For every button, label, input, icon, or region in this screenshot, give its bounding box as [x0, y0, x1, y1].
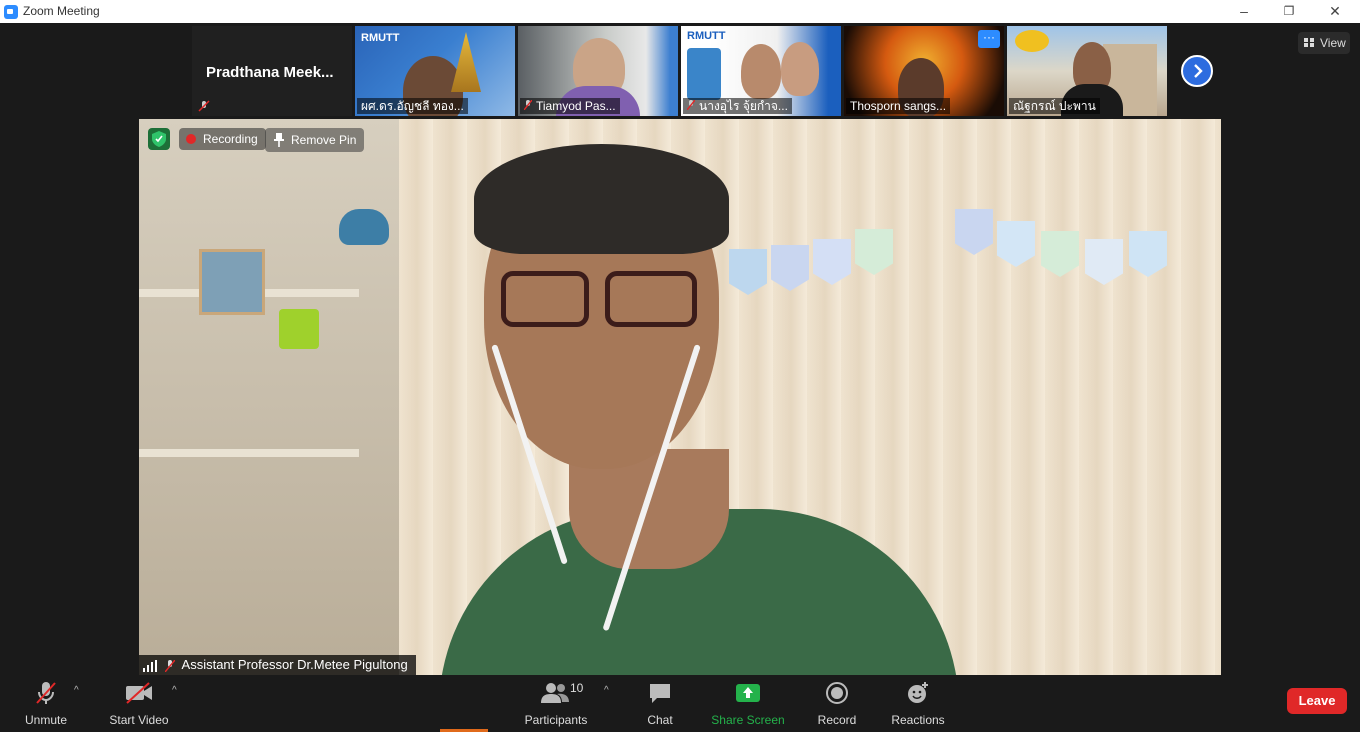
restore-button[interactable]: ❐	[1266, 0, 1312, 23]
minimize-button[interactable]: –	[1221, 0, 1267, 23]
remove-pin-button[interactable]: Remove Pin	[265, 128, 365, 152]
reactions-smiley-icon	[908, 682, 928, 703]
video-options-caret[interactable]: ^	[172, 685, 177, 696]
share-screen-label: Share Screen	[711, 713, 785, 727]
active-speaker-name: Pradthana Meek...	[206, 64, 334, 81]
record-icon	[826, 682, 848, 704]
gallery-strip: Pradthana Meek... RMUTT ผศ.ดร.อัญชลี ทอง…	[0, 23, 1360, 119]
reactions-button[interactable]: Reactions	[886, 681, 950, 727]
main-participant-label: Assistant Professor Dr.Metee Pigultong	[139, 655, 416, 675]
pin-icon	[274, 133, 284, 147]
close-button[interactable]: ✕	[1312, 0, 1358, 23]
signal-strength-icon	[143, 659, 157, 672]
participant-thumbnail[interactable]: ··· Thosporn sangs...	[844, 26, 1004, 116]
participants-icon	[541, 683, 569, 703]
participant-name: ผศ.ดร.อัญชลี ทอง...	[357, 98, 468, 114]
start-video-button[interactable]: Start Video	[104, 681, 174, 727]
participants-options-caret[interactable]: ^	[604, 685, 609, 696]
grid-view-icon	[1304, 38, 1314, 47]
view-button[interactable]: View	[1298, 32, 1350, 54]
participants-button[interactable]: 10 Participants	[520, 681, 592, 727]
muted-mic-icon	[164, 659, 175, 672]
window-title: Zoom Meeting	[23, 4, 100, 18]
participant-name: นางอุไร จุ้ยกำจ...	[683, 98, 792, 114]
chevron-right-icon	[1194, 64, 1203, 78]
view-label: View	[1320, 36, 1346, 50]
participants-count: 10	[570, 681, 584, 695]
meeting-toolbar: Unmute ^ Start Video ^ 10 Participants ^…	[0, 675, 1360, 732]
microphone-muted-icon	[36, 682, 56, 704]
chat-icon	[650, 684, 670, 703]
muted-mic-icon	[524, 100, 532, 110]
chat-label: Chat	[647, 713, 673, 727]
more-options-button[interactable]: ···	[978, 30, 1000, 48]
participant-name: ณัฐกรณ์ ปะพาน	[1009, 98, 1100, 114]
start-video-label: Start Video	[109, 713, 169, 727]
video-camera-off-icon	[126, 682, 152, 704]
participant-name: Thosporn sangs...	[846, 98, 951, 114]
zoom-app-icon	[4, 5, 18, 19]
birthday-banner	[729, 209, 1219, 319]
participant-thumbnail[interactable]: ณัฐกรณ์ ปะพาน	[1007, 26, 1167, 116]
title-bar: Zoom Meeting – ❐ ✕	[0, 0, 1360, 23]
next-page-button[interactable]	[1181, 55, 1213, 87]
chat-button[interactable]: Chat	[638, 681, 682, 727]
brand-logo: RMUTT	[361, 32, 400, 44]
active-speaker-tile[interactable]: Pradthana Meek...	[192, 26, 352, 116]
record-button[interactable]: Record	[812, 681, 862, 727]
unmute-label: Unmute	[24, 713, 68, 727]
recording-dot-icon	[186, 134, 196, 144]
remove-pin-label: Remove Pin	[291, 133, 357, 147]
muted-mic-icon	[687, 100, 695, 110]
audio-options-caret[interactable]: ^	[74, 685, 79, 696]
participant-thumbnail[interactable]: RMUTT นางอุไร จุ้ยกำจ...	[681, 26, 841, 116]
recording-label: Recording	[203, 132, 258, 146]
participant-name: Tiamyod Pas...	[520, 98, 620, 114]
brand-logo	[1015, 30, 1049, 52]
participant-thumbnail[interactable]: Tiamyod Pas...	[518, 26, 678, 116]
participant-thumbnail[interactable]: RMUTT ผศ.ดร.อัญชลี ทอง...	[355, 26, 515, 116]
main-participant-name: Assistant Professor Dr.Metee Pigultong	[181, 657, 408, 672]
record-label: Record	[817, 713, 857, 727]
share-screen-icon	[736, 684, 760, 702]
leave-button[interactable]: Leave	[1287, 688, 1347, 714]
reactions-label: Reactions	[891, 713, 945, 727]
recording-indicator[interactable]: Recording	[179, 128, 266, 150]
participants-label: Participants	[524, 713, 588, 727]
brand-logo: RMUTT	[687, 30, 726, 42]
share-screen-button[interactable]: Share Screen	[710, 681, 786, 727]
security-shield-icon[interactable]	[148, 128, 170, 150]
unmute-button[interactable]: Unmute	[18, 681, 74, 727]
main-video[interactable]: Recording Remove Pin Assistant Professor…	[139, 119, 1221, 675]
muted-mic-icon	[198, 100, 210, 112]
